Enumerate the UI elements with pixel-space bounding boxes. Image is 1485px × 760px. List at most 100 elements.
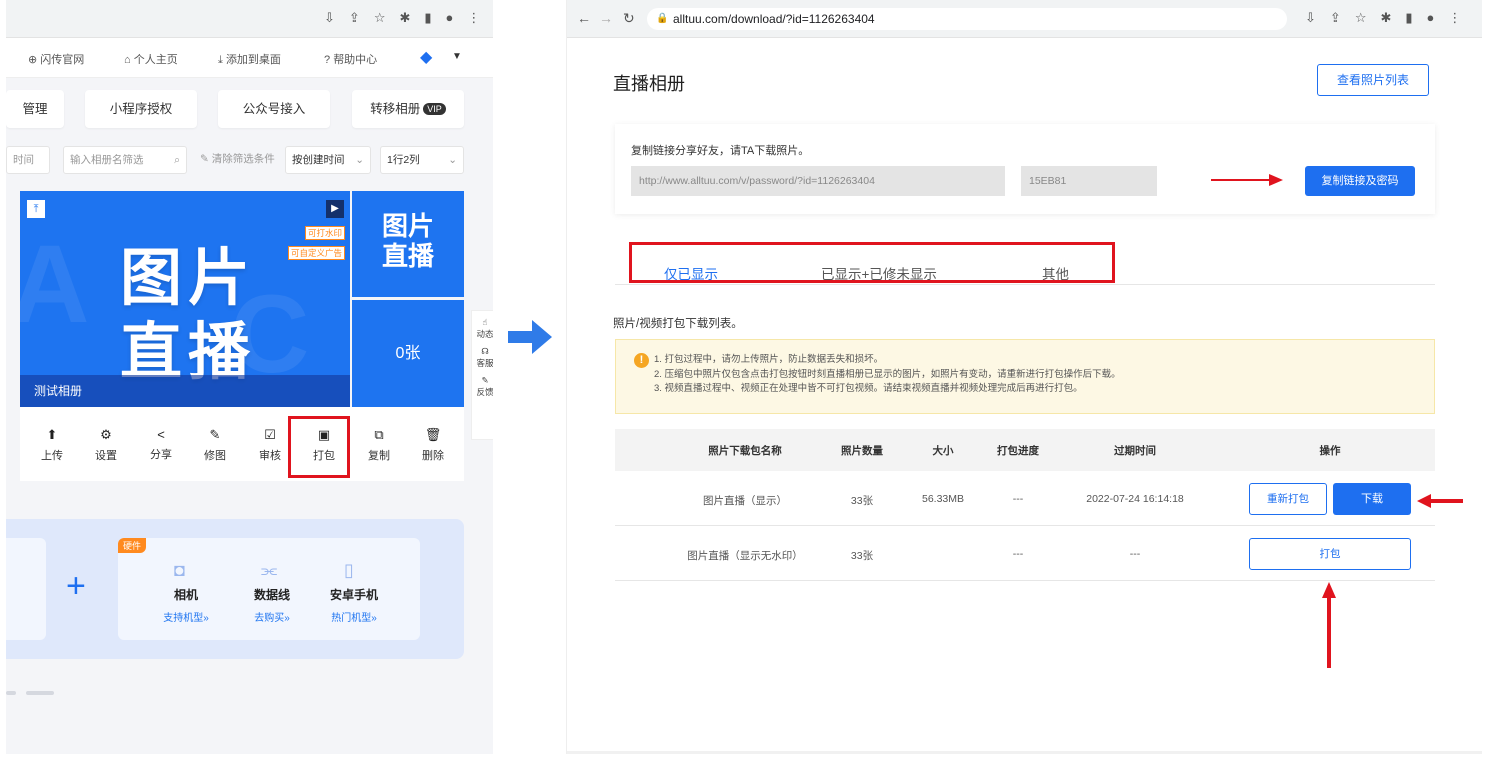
extensions-icon[interactable]: ✱ <box>399 10 410 26</box>
share-page-icon[interactable]: ⇪ <box>349 10 360 26</box>
share-link-field[interactable]: http://www.alltuu.com/v/password/?id=112… <box>631 166 1005 196</box>
card-miniprogram-auth[interactable]: 小程序授权 <box>85 90 197 128</box>
side-tile-top[interactable]: 图片 直播 <box>352 191 464 297</box>
menu-dots-icon[interactable]: ⋮ <box>1448 10 1461 26</box>
highlight-tabs <box>629 242 1115 283</box>
install-app-icon[interactable]: ⇩ <box>324 10 335 26</box>
bottom-edge <box>567 751 1482 754</box>
vip-badge: VIP <box>423 103 446 115</box>
extensions-icon[interactable]: ✱ <box>1380 10 1391 26</box>
right-screenshot-panel: ← → ↻ 🔒 alltuu.com/download/?id=11262634… <box>566 0 1482 754</box>
tag-custom-ad: 可自定义广告 <box>288 246 346 260</box>
back-arrow-icon[interactable]: ← <box>577 10 591 26</box>
annotation-left-arrow-icon <box>1417 494 1463 508</box>
nav-help-center[interactable]: ? 帮助中心 <box>324 51 377 67</box>
layout-select[interactable]: 1行2列 ⌄ <box>380 146 464 174</box>
repack-button[interactable]: 重新打包 <box>1249 483 1327 515</box>
hardware-android-phone[interactable]: 安卓手机 热门机型» <box>314 586 394 624</box>
chevron-down-icon: ⌄ <box>448 154 457 166</box>
copy-link-password-button[interactable]: 复制链接及密码 <box>1305 166 1415 196</box>
forward-arrow-icon[interactable]: → <box>599 10 613 26</box>
download-button[interactable]: 下载 <box>1333 483 1411 515</box>
photo-count-tile[interactable]: 0张 <box>352 300 464 407</box>
help-icon: ? <box>324 54 331 66</box>
left-screenshot-panel: ⇩ ⇪ ☆ ✱ ▮ ● ⋮ ⊕ 闪传官网 ⌂ 个人主页 ⤓ 添加到桌面 ? 帮助… <box>6 0 493 754</box>
pack-button[interactable]: 打包 <box>1249 538 1411 570</box>
browser-toolbar: ← → ↻ 🔒 alltuu.com/download/?id=11262634… <box>567 0 1482 38</box>
trash-icon: 🗑 <box>424 427 442 442</box>
time-filter[interactable]: 时间 <box>6 146 50 174</box>
share-page-icon[interactable]: ⇪ <box>1330 10 1341 26</box>
clear-filters-link[interactable]: ✎ 清除筛选条件 <box>194 146 276 174</box>
feedback-icon: ✎ <box>481 375 489 385</box>
menu-dots-icon[interactable]: ⋮ <box>467 10 480 26</box>
table-row: 图片直播（显示无水印） 33张 --- --- 打包 <box>615 526 1435 581</box>
sort-select[interactable]: 按创建时间 ⌄ <box>285 146 371 174</box>
browser-actions: ⇩ ⇪ ☆ ✱ ▮ ● ⋮ <box>1305 10 1461 26</box>
nav-personal-home[interactable]: ⌂ 个人主页 <box>124 51 178 67</box>
share-heading: 复制链接分享好友，请TA下载照片。 <box>631 145 810 157</box>
notice-box: ! 1. 打包过程中，请勿上传照片，防止数据丢失和损坏。 2. 压缩包中照片仅包… <box>615 339 1435 414</box>
chevron-down-icon: ⌄ <box>355 154 364 166</box>
hardware-cable[interactable]: 数据线 去购买» <box>232 586 312 624</box>
bookmark-star-icon[interactable]: ☆ <box>374 10 386 26</box>
tool-delete[interactable]: 🗑 删除 <box>413 427 453 463</box>
tool-settings[interactable]: ⚙ 设置 <box>86 427 126 463</box>
phone-icon: ▯ <box>344 560 354 580</box>
card-transfer-album[interactable]: 转移相册 VIP <box>352 90 464 128</box>
hardware-camera[interactable]: 相机 支持机型» <box>146 586 226 624</box>
rail-feedback[interactable]: ✎ 反馈 <box>472 375 493 398</box>
warning-icon: ! <box>634 353 649 368</box>
chevron-down-icon[interactable]: ▼ <box>452 51 462 62</box>
create-album-card[interactable] <box>6 538 46 640</box>
page-title: 直播相册 <box>613 74 685 94</box>
tool-upload[interactable]: ⬆ 上传 <box>32 427 72 463</box>
password-field[interactable]: 15EB81 <box>1021 166 1157 196</box>
search-icon: ⌕ <box>174 154 180 166</box>
top-navigation: ⊕ 闪传官网 ⌂ 个人主页 ⤓ 添加到桌面 ? 帮助中心 ◆ ▼ <box>6 38 493 78</box>
profile-icon[interactable]: ● <box>446 10 454 26</box>
view-photo-list-button[interactable]: 查看照片列表 <box>1317 64 1429 96</box>
globe-icon: ⊕ <box>28 54 38 66</box>
gear-icon: ⚙ <box>100 427 112 442</box>
share-icon: < <box>157 427 165 442</box>
address-bar[interactable]: 🔒 alltuu.com/download/?id=1126263404 <box>647 8 1287 30</box>
bookmark-star-icon[interactable]: ☆ <box>1355 10 1367 26</box>
tool-share[interactable]: < 分享 <box>141 427 181 462</box>
install-app-icon[interactable]: ⇩ <box>1305 10 1316 26</box>
album-name: 测试相册 <box>20 375 350 407</box>
transition-arrow-icon <box>508 320 552 354</box>
table-header: 照片下载包名称 照片数量 大小 打包进度 过期时间 操作 <box>615 429 1435 471</box>
tool-review[interactable]: ☑ 审核 <box>250 427 290 463</box>
copy-icon: ⧉ <box>374 427 384 442</box>
profile-icon[interactable]: ● <box>1427 10 1435 26</box>
sidepanel-icon[interactable]: ▮ <box>1405 10 1412 26</box>
album-cover[interactable]: A C ⤒ ▶ 可打水印 可自定义广告 图片 直播 测试相册 <box>20 191 350 407</box>
brand-diamond-icon[interactable]: ◆ <box>420 47 432 67</box>
nav-official-site[interactable]: ⊕ 闪传官网 <box>28 51 84 67</box>
annotation-arrow-head-icon <box>1269 174 1283 186</box>
reload-icon[interactable]: ↻ <box>623 10 635 27</box>
pin-top-icon[interactable]: ⤒ <box>27 200 45 218</box>
tool-retouch[interactable]: ✎ 修图 <box>195 427 235 463</box>
list-title: 照片/视频打包下载列表。 <box>613 318 743 330</box>
share-link-card: 复制链接分享好友，请TA下载照片。 http://www.alltuu.com/… <box>615 124 1435 214</box>
nav-add-to-desktop[interactable]: ⤓ 添加到桌面 <box>218 51 281 67</box>
sidepanel-icon[interactable]: ▮ <box>424 10 431 26</box>
review-icon: ☑ <box>264 427 276 442</box>
album-search-input[interactable]: 输入相册名筛选 ⌕ <box>63 146 187 174</box>
rail-service[interactable]: ☊ 客服 <box>472 346 493 369</box>
tool-copy[interactable]: ⧉ 复制 <box>359 427 399 463</box>
headset-icon: ☊ <box>481 346 489 356</box>
plus-icon[interactable]: + <box>66 569 86 603</box>
download-icon: ⤓ <box>218 54 223 66</box>
hand-icon: ☝ <box>482 317 488 327</box>
card-official-account[interactable]: 公众号接入 <box>218 90 330 128</box>
floating-side-rail: ☝ 动态 ☊ 客服 ✎ 反馈 <box>471 310 493 440</box>
rail-activity[interactable]: ☝ 动态 <box>472 317 493 340</box>
edit-image-icon: ✎ <box>209 427 221 442</box>
highlight-package-tool <box>288 416 350 478</box>
card-manage[interactable]: 管理 <box>6 90 64 128</box>
pager-dot[interactable] <box>26 691 54 695</box>
pager-dot[interactable] <box>6 691 16 695</box>
